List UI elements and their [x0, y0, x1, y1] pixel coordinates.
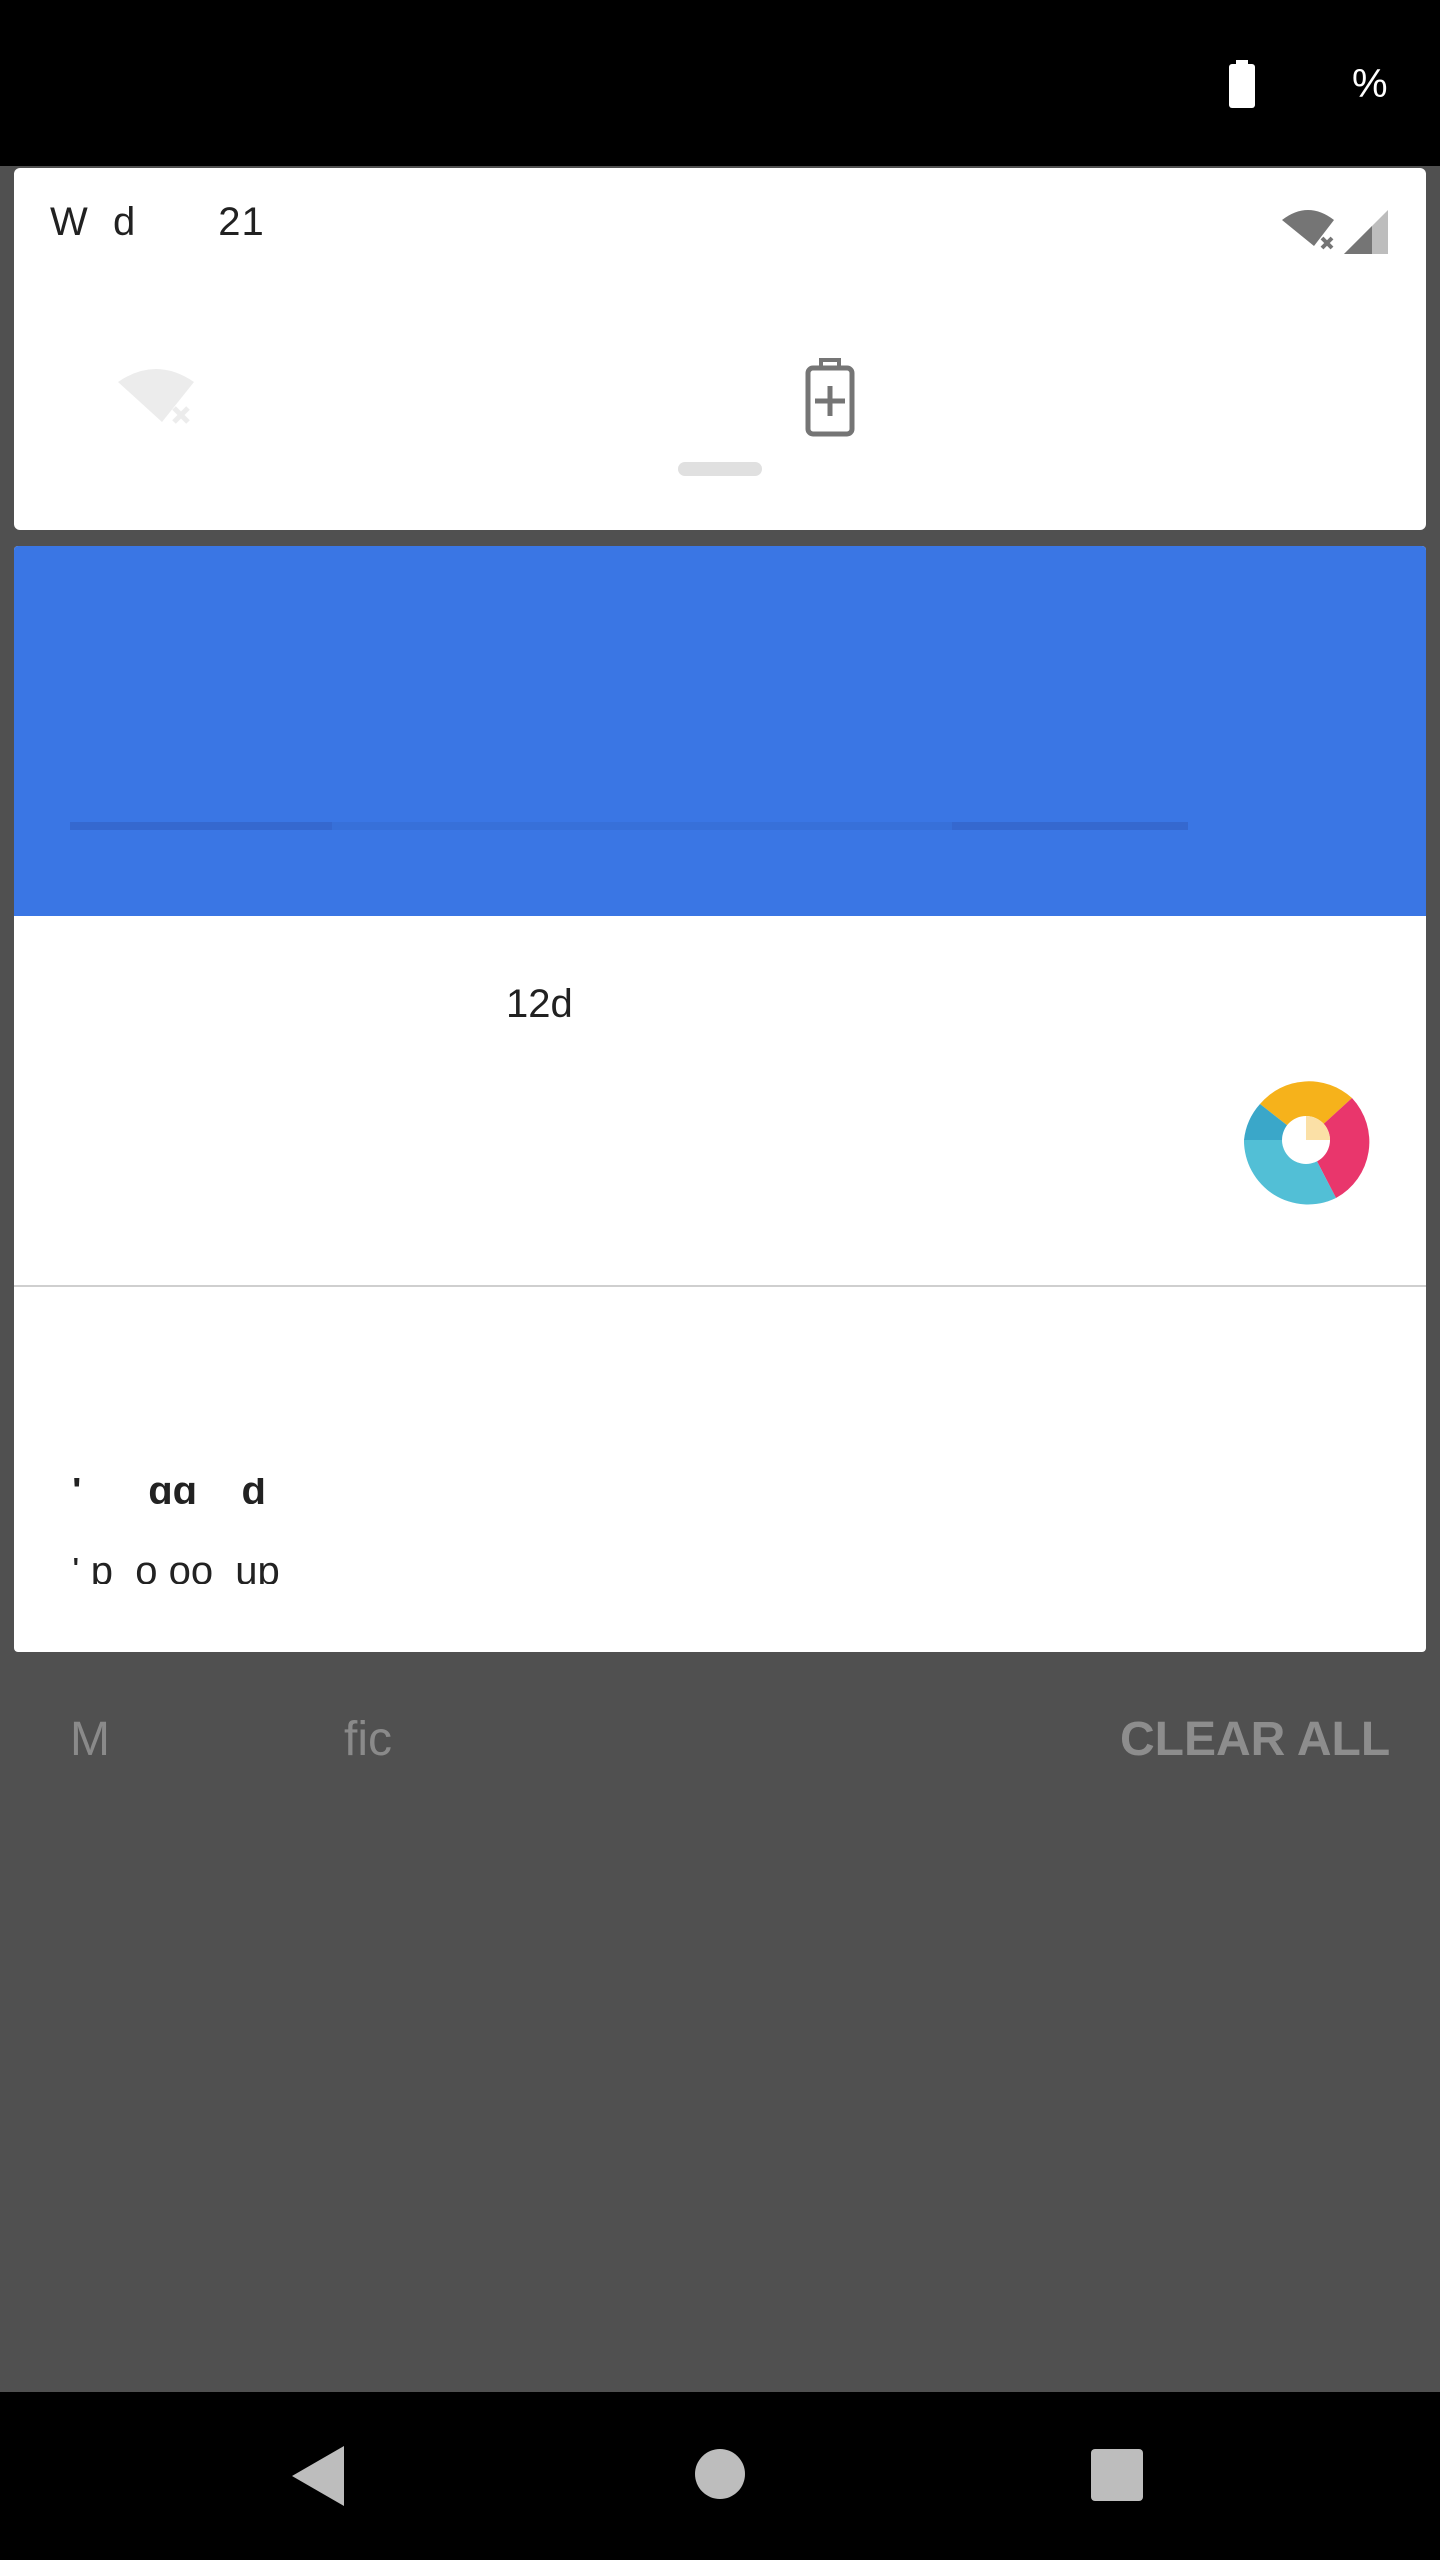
- notification-title-text: ' gg d: [72, 1478, 266, 1504]
- home-icon[interactable]: [694, 2448, 746, 2500]
- drag-handle[interactable]: [678, 462, 762, 476]
- notification-banner: [14, 546, 1426, 916]
- back-icon[interactable]: [290, 2444, 346, 2508]
- battery-percent-text: %: [1352, 62, 1388, 106]
- recents-icon[interactable]: [1090, 2448, 1144, 2502]
- date-day: 21: [218, 200, 265, 244]
- banner-divider-left: [70, 822, 332, 830]
- cell-signal-icon: [1344, 210, 1388, 254]
- notification-timestamp: 12d: [506, 982, 573, 1026]
- banner-divider-middle: [332, 822, 952, 830]
- manage-notifications-button[interactable]: M: [70, 1712, 110, 1767]
- manage-notifications-text[interactable]: fic: [344, 1712, 392, 1767]
- banner-divider-right: [952, 822, 1188, 830]
- battery-full-icon: [1229, 60, 1255, 108]
- notification-divider: [14, 1285, 1426, 1287]
- clear-all-button[interactable]: CLEAR ALL: [1120, 1712, 1390, 1767]
- app-logo-icon: [1242, 1076, 1370, 1205]
- status-bar: [0, 0, 1440, 166]
- wifi-off-icon: [1282, 210, 1334, 250]
- notification-body-text: ' p o oo up: [72, 1558, 280, 1584]
- quick-settings-date: W d 21: [50, 200, 265, 245]
- battery-saver-icon[interactable]: [804, 358, 856, 438]
- wifi-tile-icon[interactable]: [116, 364, 200, 430]
- date-weekday: W d: [50, 200, 137, 244]
